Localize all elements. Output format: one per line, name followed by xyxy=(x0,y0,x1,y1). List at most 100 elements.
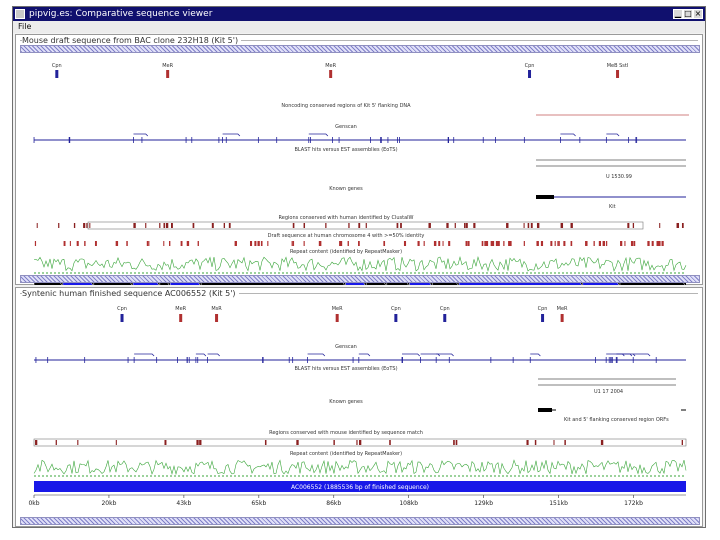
minimize-button[interactable]: ▁ xyxy=(673,9,683,19)
gene-arrow[interactable] xyxy=(633,353,651,357)
marker-tick[interactable] xyxy=(215,314,219,322)
conserved-block[interactable] xyxy=(464,223,466,228)
conserved-block[interactable] xyxy=(473,223,476,228)
conserved-block[interactable] xyxy=(199,440,202,445)
conserved-block[interactable] xyxy=(94,241,97,246)
conserved-track[interactable] xyxy=(36,221,684,230)
conserved-block[interactable] xyxy=(606,241,608,246)
conserved-block[interactable] xyxy=(165,223,168,228)
conserved-block[interactable] xyxy=(35,440,38,445)
conserved-block[interactable] xyxy=(36,223,38,228)
conserved-block[interactable] xyxy=(223,223,226,228)
marker-tick[interactable] xyxy=(55,70,59,78)
conserved-block[interactable] xyxy=(333,440,335,445)
conserved-block[interactable] xyxy=(527,223,530,228)
conserved-block[interactable] xyxy=(585,241,588,246)
conserved-block[interactable] xyxy=(530,223,533,228)
conserved-block[interactable] xyxy=(495,241,498,246)
conserved-block[interactable] xyxy=(490,241,493,246)
conserved-block[interactable] xyxy=(169,241,171,246)
conserved-block[interactable] xyxy=(481,241,484,246)
conserved-block[interactable] xyxy=(433,241,437,246)
conserved-block[interactable] xyxy=(550,241,553,246)
bottom-sequence-view[interactable]: Cpn MeR MsR MeR Cpn Cpn Cpn MeR Genscan BLAST h… xyxy=(16,298,704,516)
gene-arrow[interactable] xyxy=(134,353,155,357)
top-sequence-view[interactable]: Cpn MeR MeR Cpn MeB SstI Noncoding conserved… xyxy=(16,55,704,285)
conserved-block[interactable] xyxy=(454,223,456,228)
conserved-block[interactable] xyxy=(58,223,60,228)
conserved-block[interactable] xyxy=(558,241,560,246)
conserved-block[interactable] xyxy=(400,223,402,228)
conserved-block[interactable] xyxy=(656,241,658,246)
conserved-block[interactable] xyxy=(126,241,128,246)
conserved-block[interactable] xyxy=(492,241,495,246)
marker-tick[interactable] xyxy=(528,70,532,78)
conserved-block[interactable] xyxy=(63,241,66,246)
conserved-block[interactable] xyxy=(661,241,664,246)
gene-arrow[interactable] xyxy=(308,133,329,137)
conserved-block[interactable] xyxy=(146,241,149,246)
conserved-block[interactable] xyxy=(358,223,361,228)
conserved-block[interactable] xyxy=(446,223,449,228)
conserved-block[interactable] xyxy=(148,241,150,246)
conserved-block[interactable] xyxy=(291,241,293,246)
conserved-block[interactable] xyxy=(466,223,468,228)
bottom-est-track[interactable] xyxy=(538,378,676,386)
conserved-block[interactable] xyxy=(339,241,342,246)
conserved-block[interactable] xyxy=(497,241,500,246)
conserved-block[interactable] xyxy=(163,223,165,228)
conserved-block[interactable] xyxy=(438,241,441,246)
conserved-block[interactable] xyxy=(55,440,57,445)
conserved-block[interactable] xyxy=(484,241,486,246)
bottom-scrollbar[interactable] xyxy=(20,517,700,525)
conserved-block[interactable] xyxy=(657,241,660,246)
bottom-known-gene-kit[interactable] xyxy=(538,408,686,412)
conserved-block[interactable] xyxy=(570,223,573,228)
conserved-block[interactable] xyxy=(423,241,425,246)
conserved-block[interactable] xyxy=(192,223,195,228)
conserved-block[interactable] xyxy=(264,440,267,445)
conserved-block[interactable] xyxy=(186,241,190,246)
marker-tick[interactable] xyxy=(394,314,398,322)
conserved-block[interactable] xyxy=(503,241,505,246)
marker-tick[interactable] xyxy=(329,70,333,78)
conserved-block[interactable] xyxy=(540,241,544,246)
top-scrollbar-lower[interactable] xyxy=(20,275,700,283)
conserved-block[interactable] xyxy=(465,241,468,246)
marker-tick[interactable] xyxy=(560,314,564,322)
conserved-block[interactable] xyxy=(536,241,539,246)
conserved-block[interactable] xyxy=(77,440,79,445)
conserved-block[interactable] xyxy=(86,223,88,228)
conserved-block[interactable] xyxy=(485,241,489,246)
known-gene-kit[interactable] xyxy=(536,195,686,199)
conserved-block[interactable] xyxy=(554,241,556,246)
conserved-block[interactable] xyxy=(560,223,564,228)
conserved-block[interactable] xyxy=(620,241,623,246)
conserved-block[interactable] xyxy=(396,223,399,228)
conserved-block[interactable] xyxy=(564,440,566,445)
bottom-genscan-track[interactable] xyxy=(34,353,686,363)
conserved-block[interactable] xyxy=(403,241,407,246)
conserved-block[interactable] xyxy=(563,241,566,246)
conserved-block[interactable] xyxy=(389,440,391,445)
bottom-conserved-track[interactable] xyxy=(33,438,687,447)
conserved-block[interactable] xyxy=(523,241,525,246)
conserved-block[interactable] xyxy=(651,241,654,246)
conserved-block[interactable] xyxy=(234,241,237,246)
conserved-block[interactable] xyxy=(442,241,444,246)
conserved-block[interactable] xyxy=(69,241,71,246)
conserved-block[interactable] xyxy=(76,241,79,246)
conserved-block[interactable] xyxy=(534,440,537,445)
conserved-block[interactable] xyxy=(508,241,511,246)
gene-arrow[interactable] xyxy=(195,353,207,357)
gene-arrow[interactable] xyxy=(560,133,576,137)
marker-tick[interactable] xyxy=(541,314,545,322)
marker-tick[interactable] xyxy=(335,314,339,322)
conserved-block[interactable] xyxy=(197,241,199,246)
conserved-block[interactable] xyxy=(536,223,540,228)
conserved-block[interactable] xyxy=(163,241,165,246)
conserved-block[interactable] xyxy=(557,241,559,246)
conserved-block[interactable] xyxy=(630,241,634,246)
conserved-block[interactable] xyxy=(159,223,161,228)
gene-arrow[interactable] xyxy=(358,353,371,357)
